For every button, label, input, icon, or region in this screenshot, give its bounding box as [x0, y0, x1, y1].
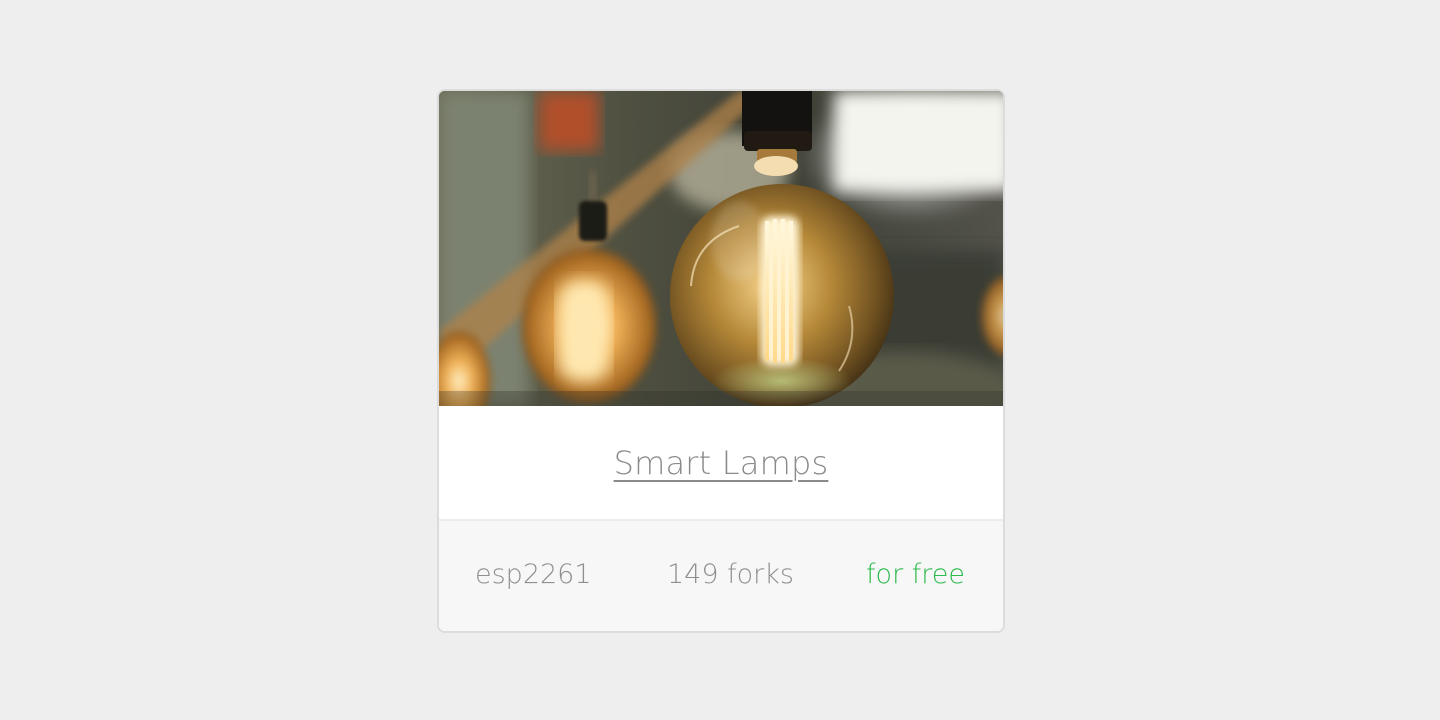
project-card[interactable]: Smart Lamps esp2261 149 forks for free — [437, 89, 1005, 633]
price-label[interactable]: for free — [866, 521, 965, 629]
title-section: Smart Lamps — [439, 406, 1003, 519]
project-title-link[interactable]: Smart Lamps — [614, 444, 829, 482]
light-bulb-photo — [439, 91, 1003, 406]
fork-count: 149 forks — [667, 559, 794, 590]
author-name: esp2261 — [475, 559, 592, 590]
project-image[interactable] — [439, 91, 1003, 406]
card-footer: esp2261 149 forks for free — [439, 521, 1003, 631]
